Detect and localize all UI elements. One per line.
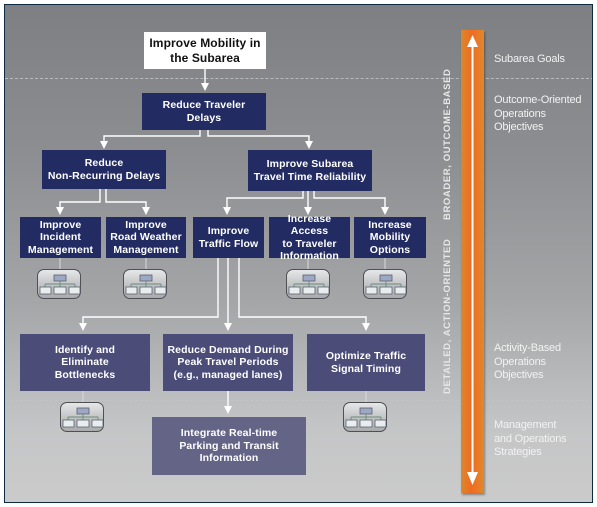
level-label-subarea-goals: Subarea Goals xyxy=(494,53,565,65)
arrowhead xyxy=(224,323,232,331)
arrowhead xyxy=(381,207,389,215)
arrow-up-icon xyxy=(467,35,478,47)
arrowhead xyxy=(79,323,87,331)
connector-delays-to-nonrecurring xyxy=(103,130,201,145)
objective-box-traveler-information: Increase Access to Traveler Information xyxy=(269,213,350,262)
goal-box-improve-mobility: Improve Mobility in the Subarea xyxy=(144,32,266,69)
level-label-outcome-objectives: Outcome-Oriented Operations Objectives xyxy=(494,94,582,133)
arrowhead xyxy=(56,207,64,215)
connector-reliability-to-mobility xyxy=(313,191,386,211)
org-chart-icon xyxy=(37,269,81,299)
org-chart-icon xyxy=(123,269,167,299)
connector-reliability-to-trafficflow xyxy=(226,191,304,211)
arrowhead xyxy=(362,323,370,331)
scale-label-detailed: DETAILED, ACTION-ORIENTED xyxy=(442,238,453,394)
level-label-strategies: Management and Operations Strategies xyxy=(494,419,567,458)
objective-box-road-weather: Improve Road Weather Management xyxy=(106,217,186,258)
scale-arrow-bar xyxy=(461,30,484,493)
arrowhead xyxy=(142,207,150,215)
arrowhead xyxy=(224,406,232,414)
strategy-box-parking-transit: Integrate Real-time Parking and Transit … xyxy=(152,417,306,475)
connector-nonrecurring-to-weather xyxy=(105,189,147,211)
objective-box-improve-reliability: Improve Subarea Travel Time Reliability xyxy=(248,150,372,191)
activity-box-bottlenecks: Identify and Eliminate Bottlenecks xyxy=(20,334,150,391)
org-chart-icon xyxy=(363,269,407,299)
objective-box-traffic-flow: Improve Traffic Flow xyxy=(193,217,264,258)
arrowhead xyxy=(223,207,231,215)
org-chart-icon xyxy=(60,402,104,432)
activity-box-signal-timing: Optimize Traffic Signal Timing xyxy=(307,334,425,391)
objective-box-reduce-traveler-delays: Reduce Traveler Delays xyxy=(142,93,266,130)
org-chart-icon xyxy=(286,269,330,299)
objective-box-incident-management: Improve Incident Management xyxy=(20,217,101,258)
level-label-activity-objectives: Activity-Based Operations Objectives xyxy=(494,342,561,381)
arrowhead xyxy=(100,141,108,149)
connector-nonrecurring-to-incident xyxy=(59,189,101,211)
arrowhead xyxy=(305,141,313,149)
arrow-down-icon xyxy=(467,472,478,485)
arrowhead xyxy=(201,83,209,91)
connector-delays-to-reliability xyxy=(207,130,310,145)
objective-box-mobility-options: Increase Mobility Options xyxy=(354,217,426,258)
org-chart-icon xyxy=(343,402,387,432)
diagram-frame: Improve Mobility in the Subarea Reduce T… xyxy=(4,4,593,503)
objective-box-reduce-nonrecurring-delays: Reduce Non-Recurring Delays xyxy=(42,150,166,189)
scale-label-broader: BROADER, OUTCOME-BASED xyxy=(442,68,453,220)
activity-box-reduce-demand: Reduce Demand During Peak Travel Periods… xyxy=(163,334,293,391)
